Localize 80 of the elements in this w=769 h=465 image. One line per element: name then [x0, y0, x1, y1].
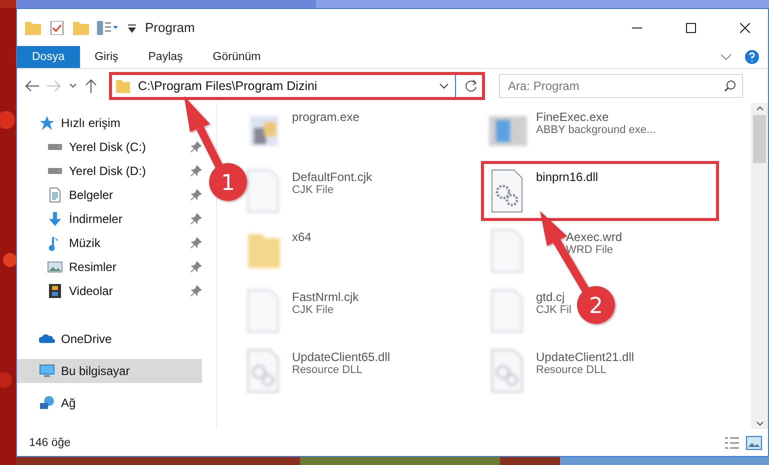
sidebar-item[interactable]: Yerel Disk (C:) — [17, 135, 202, 159]
ribbon-tab[interactable]: Paylaş — [133, 46, 198, 68]
caret-icon — [69, 83, 77, 89]
back-arrow-icon — [25, 80, 39, 92]
highlighted-file[interactable]: binprn16.dll — [481, 161, 719, 221]
file-name: Aexec.wrd — [566, 230, 622, 244]
file-item[interactable]: UpdateClient21.dll Resource DLL — [481, 341, 642, 401]
file-name: UpdateClient65.dll — [292, 350, 390, 364]
search-field[interactable]: Ara: Program — [506, 78, 724, 94]
file-name: binprn16.dll — [536, 170, 598, 184]
close-icon — [740, 22, 750, 32]
item-count: 146 öğe — [29, 436, 72, 448]
search-box[interactable]: Ara: Program — [499, 74, 743, 98]
film-icon — [47, 283, 63, 299]
drive-icon — [47, 143, 63, 151]
file-type: Resource DLL — [292, 364, 364, 376]
folder-icon — [73, 20, 89, 34]
sidebar-item[interactable]: Bu bilgisayar — [17, 359, 202, 383]
callout-badge: 2 — [577, 286, 615, 324]
sidebar-item[interactable]: İndirmeler — [17, 207, 202, 231]
address-bar[interactable]: C:\Program Files\Program Dizini — [109, 72, 485, 100]
maximize-icon — [686, 22, 696, 32]
folder-icon — [25, 20, 41, 34]
file-item[interactable]: UpdateClient65.dll Resource DLL — [237, 341, 398, 401]
file-name: UpdateClient21.dll — [536, 350, 634, 364]
drive-icon — [47, 167, 63, 175]
sidebar-item[interactable]: Hızlı erişim — [17, 111, 126, 135]
details-view-icon — [724, 436, 740, 450]
sidebar-item[interactable]: Resimler — [17, 255, 202, 279]
scrollbar-thumb[interactable] — [753, 115, 766, 163]
callout-badge: 1 — [209, 163, 247, 201]
scrollbar[interactable] — [751, 103, 768, 429]
file-type: WRD File — [566, 244, 614, 256]
file-type: ABBY background exe... — [536, 124, 656, 136]
sidebar-item[interactable]: OneDrive — [17, 327, 118, 351]
properties-icon — [97, 20, 119, 34]
file-item[interactable]: FastNrml.cjk CJK File — [237, 281, 366, 341]
file-item[interactable]: x64 — [237, 221, 318, 281]
document-icon — [47, 187, 63, 203]
sidebar-item[interactable]: Ağ — [17, 391, 82, 415]
file-name: x64 — [292, 230, 312, 244]
ribbon-tab[interactable]: Dosya — [17, 46, 80, 68]
file-type: CJK File — [292, 304, 335, 316]
file-name: program.exe — [292, 110, 360, 124]
file-name: FastNrml.cjk — [292, 290, 359, 304]
image-icon — [47, 259, 63, 275]
file-type: Resource DLL — [536, 364, 608, 376]
checklist-icon — [49, 20, 65, 34]
search-icon — [724, 80, 736, 92]
network-icon — [39, 395, 55, 411]
window-title: Program — [145, 20, 195, 35]
folder-icon — [116, 79, 130, 93]
star-icon — [39, 115, 55, 131]
file-type: CJK Fil — [536, 304, 572, 316]
up-button[interactable] — [83, 77, 99, 95]
large-icons-view-icon — [746, 436, 762, 450]
address-field[interactable]: C:\Program Files\Program Dizini — [136, 78, 433, 94]
file-item[interactable]: program.exe — [237, 101, 366, 161]
up-arrow-icon — [85, 79, 97, 93]
sidebar-item[interactable]: Videolar — [17, 279, 202, 303]
file-type: CJK File — [292, 184, 335, 196]
sidebar-item[interactable]: Belgeler — [17, 183, 202, 207]
file-item[interactable]: gtd.cj CJK Fil — [481, 281, 578, 341]
file-name: FineExec.exe — [536, 110, 610, 124]
file-item[interactable]: Aexec.wrd WRD File — [481, 221, 630, 281]
file-name: DefaultFont.cjk — [292, 170, 372, 184]
forward-arrow-icon — [47, 80, 61, 92]
file-name: gtd.cj — [536, 290, 566, 304]
ribbon-tab[interactable]: Görünüm — [198, 46, 276, 68]
chevron-down-icon — [439, 82, 449, 90]
customize-caret-icon — [127, 22, 137, 32]
sidebar-item[interactable]: Yerel Disk (D:) — [17, 159, 202, 183]
ribbon-tab[interactable]: Giriş — [80, 46, 134, 68]
file-item[interactable]: FineExec.exe ABBY background exe... — [481, 101, 663, 161]
sidebar-item[interactable]: Müzik — [17, 231, 202, 255]
minimize-icon — [632, 26, 642, 28]
download-arrow-icon — [47, 211, 63, 227]
chevron-down-icon — [720, 54, 732, 60]
monitor-icon — [39, 363, 55, 379]
back-button[interactable] — [23, 78, 41, 94]
